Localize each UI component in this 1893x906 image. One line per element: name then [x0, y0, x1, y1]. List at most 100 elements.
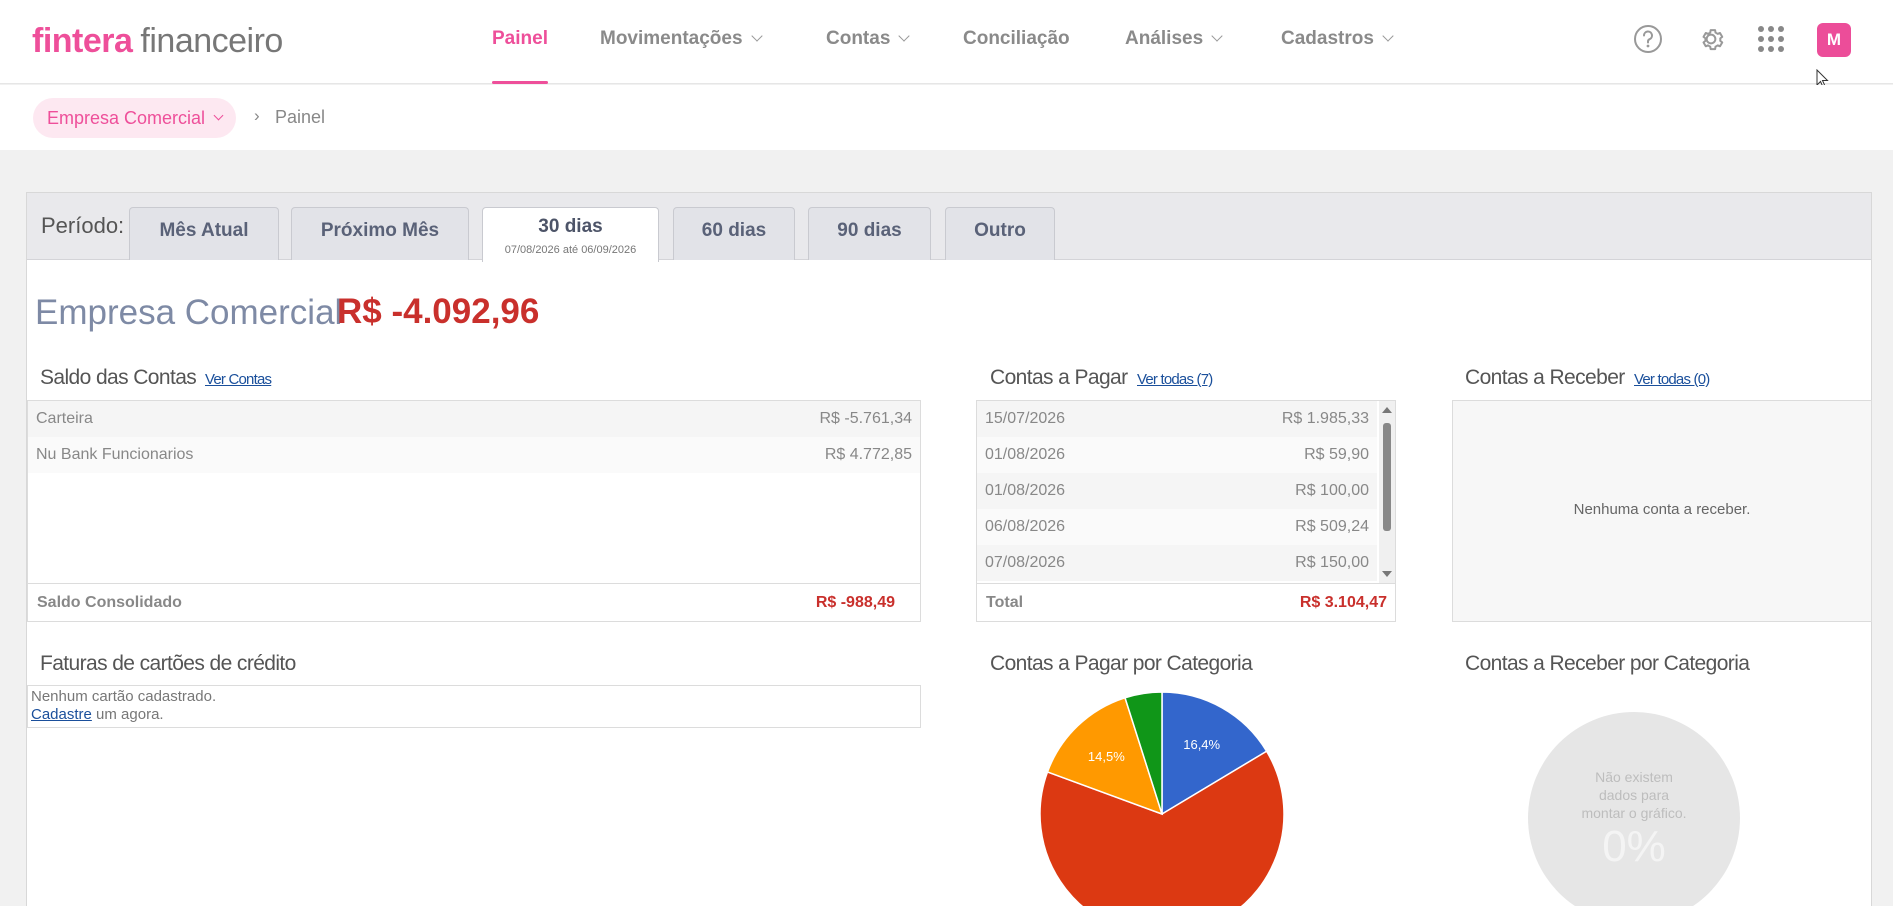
table-row[interactable]: 01/08/2026 R$ 100,00	[977, 473, 1377, 509]
tab-30-dias[interactable]: 30 dias 07/08/2026 até 06/09/2026	[482, 207, 659, 262]
due-date: 01/08/2026	[985, 446, 1066, 463]
pagar-total-label: Total	[986, 593, 1024, 611]
tab-90-dias[interactable]: 90 dias	[808, 207, 931, 260]
nav-painel[interactable]: Painel	[492, 28, 548, 50]
help-icon[interactable]	[1631, 22, 1665, 56]
active-nav-indicator	[492, 81, 548, 84]
tab-90-dias-label: 90 dias	[837, 220, 902, 241]
period-label: Período:	[41, 213, 125, 238]
receber-title: Contas a Receber	[1465, 366, 1625, 389]
pagar-total-value: R$ 3.104,47	[1299, 593, 1387, 611]
due-amount: R$ 1.985,33	[1281, 410, 1369, 427]
ver-todas-pagar-link[interactable]: Ver todas (7)	[1137, 371, 1213, 388]
receber-categoria-empty-chart: Não existem dados para montar o gráfico.…	[1528, 712, 1740, 906]
chevron-down-icon	[213, 110, 224, 120]
company-name: Empresa Comercial	[35, 293, 343, 332]
due-date: 07/08/2026	[985, 554, 1066, 571]
tab-proximo-mes-label: Próximo Mês	[320, 220, 440, 241]
company-selector[interactable]: Empresa Comercial	[33, 98, 237, 138]
receber-table: Nenhuma conta a receber.	[1452, 400, 1872, 622]
table-row[interactable]: Carteira R$ -5.761,34	[28, 401, 920, 437]
receber-empty-message: Nenhuma conta a receber.	[1573, 501, 1751, 518]
user-avatar[interactable]: M	[1817, 23, 1851, 57]
saldo-table: Carteira R$ -5.761,34 Nu Bank Funcionari…	[27, 400, 921, 622]
nav-analises-label: Análises	[1125, 28, 1204, 49]
cadastre-link[interactable]: Cadastre	[31, 706, 92, 723]
table-row[interactable]: 07/08/2026 R$ 150,00	[977, 545, 1377, 581]
table-row[interactable]: 01/08/2026 R$ 59,90	[977, 437, 1377, 473]
pagar-table: 15/07/2026 R$ 1.985,33 01/08/2026 R$ 59,…	[976, 400, 1396, 622]
table-row[interactable]: 06/08/2026 R$ 509,24	[977, 509, 1377, 545]
tab-60-dias[interactable]: 60 dias	[673, 207, 795, 260]
saldo-total-row: Saldo Consolidado R$ -988,49	[28, 583, 920, 621]
pagar-categoria-pie-chart: 16,4% 14,5%	[1039, 691, 1285, 906]
company-balance: R$ -4.092,96	[337, 292, 540, 331]
receber-categoria-title: Contas a Receber por Categoria	[1465, 652, 1750, 675]
chevron-down-icon	[750, 30, 763, 42]
account-balance: R$ 4.772,85	[824, 446, 912, 463]
due-amount: R$ 509,24	[1295, 518, 1369, 535]
avatar-initial: M	[1826, 30, 1842, 49]
brand-name-primary: fintera	[32, 22, 133, 60]
top-navbar: fintera financeiro Painel Movimentações C…	[0, 0, 1893, 84]
tab-mes-atual-label: Mês Atual	[159, 220, 249, 241]
tab-30-dias-label: 30 dias	[538, 216, 603, 237]
dashboard-panel: Período: Mês Atual Próximo Mês 30 dias 0…	[26, 192, 1872, 906]
tab-outro[interactable]: Outro	[945, 207, 1055, 260]
due-date: 15/07/2026	[985, 410, 1066, 427]
due-amount: R$ 59,90	[1304, 446, 1369, 463]
tab-mes-atual[interactable]: Mês Atual	[129, 207, 279, 260]
nav-movimentacoes[interactable]: Movimentações	[600, 28, 763, 50]
brand-name-secondary: financeiro	[140, 22, 283, 60]
tab-60-dias-label: 60 dias	[701, 220, 767, 241]
chevron-down-icon	[1382, 30, 1394, 42]
chevron-down-icon	[1211, 30, 1223, 42]
breadcrumb-current: Painel	[275, 107, 326, 127]
account-balance: R$ -5.761,34	[819, 410, 912, 427]
account-name: Nu Bank Funcionarios	[36, 446, 194, 463]
pie-data-label: 16,4%	[1183, 737, 1220, 752]
nav-conciliacao-label: Conciliação	[963, 28, 1070, 49]
saldo-total-value: R$ -988,49	[815, 593, 895, 611]
pagar-categoria-title: Contas a Pagar por Categoria	[990, 652, 1253, 675]
faturas-cta-text: um agora.	[91, 706, 164, 723]
ver-todas-receber-link[interactable]: Ver todas (0)	[1634, 371, 1710, 388]
nav-contas-label: Contas	[826, 28, 891, 49]
due-date: 01/08/2026	[985, 482, 1066, 499]
faturas-empty-message: Nenhum cartão cadastrado.	[31, 688, 217, 705]
nav-painel-label: Painel	[492, 28, 548, 49]
faturas-title: Faturas de cartões de crédito	[40, 652, 296, 675]
nav-analises[interactable]: Análises	[1125, 28, 1223, 50]
empty-chart-line-2: dados para	[1599, 787, 1669, 803]
nav-cadastros[interactable]: Cadastros	[1281, 28, 1394, 50]
due-amount: R$ 150,00	[1295, 554, 1369, 571]
saldo-title: Saldo das Contas	[40, 366, 197, 389]
pagar-title: Contas a Pagar	[990, 366, 1128, 389]
tab-30-dias-range: 07/08/2026 até 06/09/2026	[504, 244, 637, 256]
faturas-box: Nenhum cartão cadastrado. Cadastre um ag…	[27, 685, 921, 728]
nav-conciliacao[interactable]: Conciliação	[963, 28, 1070, 50]
table-row[interactable]: Nu Bank Funcionarios R$ 4.772,85	[28, 437, 920, 473]
saldo-total-label: Saldo Consolidado	[37, 593, 182, 611]
nav-cadastros-label: Cadastros	[1281, 28, 1374, 49]
due-date: 06/08/2026	[985, 518, 1066, 535]
gear-icon[interactable]	[1694, 22, 1728, 56]
tab-outro-label: Outro	[974, 220, 1026, 241]
ver-contas-link[interactable]: Ver Contas	[205, 371, 272, 388]
pagar-total-row: Total R$ 3.104,47	[977, 583, 1395, 621]
empty-chart-line-3: montar o gráfico.	[1581, 805, 1686, 821]
company-selector-label: Empresa Comercial	[47, 107, 206, 128]
apps-grid-icon[interactable]	[1754, 22, 1788, 56]
pagar-scrollbar[interactable]	[1379, 401, 1395, 583]
brand-logo[interactable]: fintera financeiro	[32, 22, 283, 61]
faturas-empty: Nenhum cartão cadastrado. Cadastre um ag…	[31, 688, 216, 724]
period-selector: Período: Mês Atual Próximo Mês 30 dias 0…	[27, 193, 1871, 262]
table-row[interactable]: 15/07/2026 R$ 1.985,33	[977, 401, 1377, 437]
nav-contas[interactable]: Contas	[826, 28, 911, 50]
empty-chart-line-1: Não existem	[1595, 769, 1673, 785]
tab-proximo-mes[interactable]: Próximo Mês	[291, 207, 469, 260]
chevron-down-icon	[898, 30, 911, 42]
breadcrumb-separator: ›	[254, 106, 260, 125]
nav-movimentacoes-label: Movimentações	[600, 28, 743, 49]
account-name: Carteira	[36, 410, 93, 427]
